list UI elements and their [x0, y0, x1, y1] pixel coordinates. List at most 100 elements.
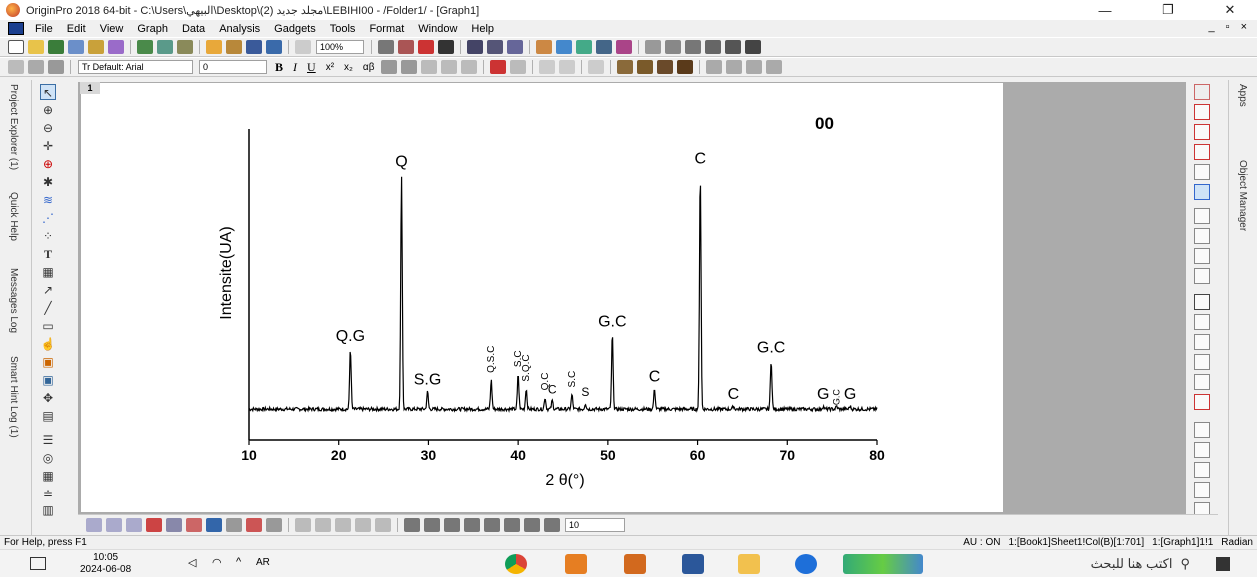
- taskbar-clock[interactable]: 10:05 2024-06-08: [80, 552, 131, 576]
- originpro-taskbar-icon[interactable]: [624, 554, 646, 574]
- new-layout-icon[interactable]: [157, 40, 173, 54]
- new-matrix-icon[interactable]: [88, 40, 104, 54]
- border-style-icon[interactable]: [524, 517, 540, 532]
- area-plot-icon[interactable]: [166, 517, 182, 532]
- insert-table-icon[interactable]: ▦: [40, 264, 56, 280]
- menu-file[interactable]: File: [28, 23, 60, 35]
- layer-properties-icon[interactable]: [706, 60, 723, 74]
- 3d-ternary-icon[interactable]: [375, 517, 391, 532]
- menu-help[interactable]: Help: [464, 23, 501, 35]
- graph-page[interactable]: Q.G Q S.G Q.S.C S.C S.Q.C Q.C C S.C S G.C C C C G.C G G.…: [81, 83, 1003, 512]
- data-import-icon[interactable]: [596, 40, 612, 54]
- paste-icon[interactable]: [48, 60, 64, 74]
- font-size-combo[interactable]: 0: [199, 60, 267, 74]
- group-icon[interactable]: [559, 60, 576, 74]
- draw-data-icon[interactable]: ⁘: [40, 228, 56, 244]
- code-builder-icon[interactable]: [536, 40, 552, 54]
- save-icon[interactable]: [246, 40, 262, 54]
- origin-g-icon[interactable]: [565, 554, 587, 574]
- language-indicator[interactable]: AR: [256, 557, 270, 568]
- increase-font-icon[interactable]: [381, 60, 398, 74]
- tab-object-manager[interactable]: Object Manager: [1237, 160, 1248, 231]
- region-mask-icon[interactable]: ⋰: [40, 210, 56, 226]
- add-legend-icon[interactable]: [1194, 164, 1210, 180]
- data-selector-icon[interactable]: ≋: [40, 192, 56, 208]
- align-top-icon[interactable]: [1194, 462, 1210, 478]
- underline-button[interactable]: U: [307, 60, 316, 75]
- restore-button[interactable]: ❐: [1148, 0, 1188, 20]
- tab-apps[interactable]: Apps: [1237, 84, 1248, 107]
- template-library-icon[interactable]: [266, 517, 282, 532]
- taskbar-widget-icon[interactable]: [843, 554, 923, 574]
- font-combo[interactable]: Tr Default: Arial: [78, 60, 193, 74]
- align-bottom-icon[interactable]: [1194, 482, 1210, 498]
- add-inset-graph-icon[interactable]: ▣: [40, 354, 56, 370]
- width-style-icon[interactable]: [544, 517, 560, 532]
- screen-reader-icon[interactable]: ✛: [40, 138, 56, 154]
- new-folder-icon[interactable]: [556, 40, 572, 54]
- sort-icon[interactable]: [705, 40, 721, 54]
- layer-manager-icon[interactable]: [1194, 208, 1210, 224]
- tab-project-explorer[interactable]: Project Explorer (1): [8, 84, 19, 170]
- sum-icon[interactable]: [665, 40, 681, 54]
- open-template-icon[interactable]: [226, 40, 242, 54]
- table-layout-icon[interactable]: [1194, 228, 1210, 244]
- notification-icon[interactable]: [30, 557, 46, 570]
- speaker-icon[interactable]: ◁: [188, 556, 196, 569]
- insert-equation-icon[interactable]: ≐: [40, 486, 56, 502]
- left-axis-icon[interactable]: [1194, 334, 1210, 350]
- new-graph-icon[interactable]: [68, 40, 84, 54]
- statistics-icon[interactable]: [685, 40, 701, 54]
- refresh-icon[interactable]: [398, 40, 414, 54]
- apps-gallery-icon[interactable]: [616, 40, 632, 54]
- new-notes-icon[interactable]: [177, 40, 193, 54]
- xrd-chart[interactable]: Q.GQS.GQ.S.C S.CS.Q.C Q.CCS.CSG.CCCCG.CG G.…: [81, 83, 1003, 512]
- new-function-icon[interactable]: [108, 40, 124, 54]
- grid-icon[interactable]: ▦: [40, 468, 56, 484]
- italic-button[interactable]: I: [293, 60, 297, 75]
- polar-plot-icon[interactable]: [226, 517, 242, 532]
- layer-number[interactable]: 1: [80, 82, 100, 94]
- zoom-combo[interactable]: 100%: [316, 40, 364, 54]
- layer-swap-icon[interactable]: [726, 60, 743, 74]
- column-stats-icon[interactable]: [745, 40, 761, 54]
- pattern-style-icon[interactable]: [464, 517, 480, 532]
- worksheet-icon[interactable]: ▥: [40, 502, 56, 518]
- add-column-icon[interactable]: [645, 40, 661, 54]
- tab-smart-hint-log[interactable]: Smart Hint Log (1): [8, 356, 19, 438]
- align-right-icon[interactable]: [1194, 442, 1210, 458]
- object-tool-icon[interactable]: ✥: [40, 390, 56, 406]
- rescale-z-icon[interactable]: [1194, 144, 1210, 160]
- line-style-icon[interactable]: [404, 517, 420, 532]
- set-values-icon[interactable]: [725, 40, 741, 54]
- menu-view[interactable]: View: [93, 23, 131, 35]
- subscript-button[interactable]: x₂: [344, 62, 353, 73]
- taskbar-search[interactable]: اكتب هنا للبحث ⚲: [960, 553, 1200, 575]
- layer-icon[interactable]: ▤: [40, 408, 56, 424]
- bold-button[interactable]: B: [275, 60, 283, 75]
- arrange-layers-icon[interactable]: [637, 60, 654, 74]
- 3d-bar-icon[interactable]: [335, 517, 351, 532]
- grid-layout-icon[interactable]: [1194, 248, 1210, 264]
- pointer-icon[interactable]: ↖: [40, 84, 56, 100]
- column-plot-icon[interactable]: [146, 517, 162, 532]
- open-folder-icon[interactable]: [206, 40, 222, 54]
- align-left-icon[interactable]: [1194, 422, 1210, 438]
- 3d-surface-icon[interactable]: [295, 517, 311, 532]
- list-icon[interactable]: ☰: [40, 432, 56, 448]
- wifi-icon[interactable]: ◠: [212, 556, 222, 569]
- error-bar-icon[interactable]: [246, 517, 262, 532]
- text-tool-icon[interactable]: T: [40, 246, 56, 262]
- frame-axis-icon[interactable]: [1194, 374, 1210, 390]
- right-axis-icon[interactable]: [1194, 354, 1210, 370]
- bluetooth-icon[interactable]: [795, 554, 817, 574]
- merge-graph-icon[interactable]: [617, 60, 634, 74]
- new-workbook-icon[interactable]: [48, 40, 64, 54]
- zoom-icon[interactable]: ⊕: [40, 102, 56, 118]
- bottom-axis-icon[interactable]: [1194, 294, 1210, 310]
- top-axis-icon[interactable]: [1194, 314, 1210, 330]
- menu-analysis[interactable]: Analysis: [212, 23, 267, 35]
- new-project-icon[interactable]: [8, 40, 24, 54]
- superscript-button[interactable]: x²: [326, 62, 334, 73]
- rectangle-tool-icon[interactable]: ▭: [40, 318, 56, 334]
